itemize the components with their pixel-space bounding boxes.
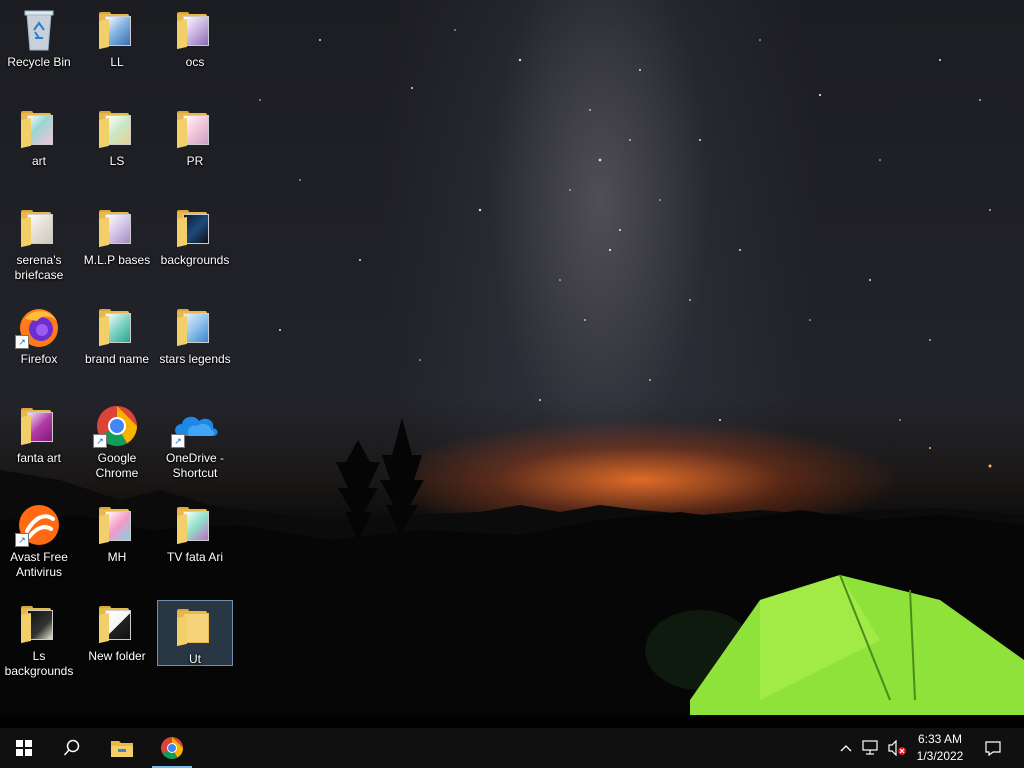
shortcut-arrow-icon: ↗ [15,335,29,349]
search-icon [63,739,80,756]
desktop-folder-ut[interactable]: Ut [157,600,233,666]
desktop-folder-mh[interactable]: MH [79,499,155,565]
icon-label: Firefox [20,352,58,366]
action-center-button[interactable] [978,728,1008,768]
folder-icon [15,206,63,250]
desktop-folder-ls-backgrounds[interactable]: Ls backgrounds [1,598,77,678]
desktop-shortcut-firefox[interactable]: ↗ Firefox [1,301,77,367]
folder-icon [93,602,141,646]
desktop-folder-tv-fata-ari[interactable]: TV fata Ari [157,499,233,565]
icon-label: New folder [88,649,146,663]
firefox-icon: ↗ [15,305,63,349]
icon-label: OneDrive - Shortcut [165,451,224,480]
folder-icon [93,8,141,52]
desktop-folder-stars-legends[interactable]: stars legends [157,301,233,367]
folder-icon [93,503,141,547]
desktop-folder-fanta-art[interactable]: fanta art [1,400,77,466]
icon-label: TV fata Ari [166,550,224,564]
folder-icon [171,8,219,52]
folder-icon [171,305,219,349]
chrome-icon [161,737,183,759]
icon-label: Avast Free Antivirus [10,550,68,579]
desktop-folder-pr[interactable]: PR [157,103,233,169]
network-button[interactable] [858,728,884,768]
folder-icon [171,605,219,649]
search-button[interactable] [48,728,96,768]
icon-label: Google Chrome [95,451,139,480]
desktop-folder-serenas-briefcase[interactable]: serena's briefcase [1,202,77,282]
shortcut-arrow-icon: ↗ [93,434,107,448]
folder-icon [15,107,63,151]
icon-label: ocs [185,55,205,69]
icon-label: M.L.P bases [83,253,151,267]
icon-label: Recycle Bin [7,55,71,69]
folder-icon [171,206,219,250]
desktop-folder-backgrounds[interactable]: backgrounds [157,202,233,268]
desktop-folder-new-folder[interactable]: New folder [79,598,155,664]
icon-label: PR [186,154,204,168]
desktop-shortcut-google-chrome[interactable]: ↗ Google Chrome [79,400,155,480]
desktop-icon-recycle-bin[interactable]: Recycle Bin [1,4,77,70]
recycle-bin-icon [15,8,63,52]
icon-label: Ls backgrounds [4,649,74,678]
folder-icon [93,107,141,151]
shortcut-arrow-icon: ↗ [15,533,29,547]
folder-icon [171,503,219,547]
file-explorer-button[interactable] [98,728,146,768]
desktop-folder-ll[interactable]: LL [79,4,155,70]
folder-icon [93,206,141,250]
chrome-icon: ↗ [93,404,141,448]
icon-label: fanta art [16,451,62,465]
shortcut-arrow-icon: ↗ [171,434,185,448]
taskbar: 6:33 AM 1/3/2022 [0,728,1024,768]
icon-label: MH [107,550,127,564]
tray-overflow-button[interactable] [834,728,858,768]
clock[interactable]: 6:33 AM 1/3/2022 [905,728,975,768]
folder-icon [15,602,63,646]
volume-muted-icon [888,740,906,756]
icon-label: brand name [84,352,150,366]
chrome-taskbar-button[interactable] [148,728,196,768]
icon-label: LL [110,55,124,69]
avast-icon: ↗ [15,503,63,547]
desktop-folder-ocs[interactable]: ocs [157,4,233,70]
icon-label: art [31,154,46,168]
icon-label: Ut [189,652,201,666]
start-button[interactable] [0,728,48,768]
desktop-folder-ls[interactable]: LS [79,103,155,169]
clock-time: 6:33 AM [917,732,963,746]
icon-label: LS [109,154,125,168]
desktop-folder-mlp-bases[interactable]: M.L.P bases [79,202,155,268]
clock-date: 1/3/2022 [916,749,964,763]
desktop-wallpaper: Recycle Bin art serena's briefcase ↗ Fir… [0,0,1024,728]
icon-label: serena's briefcase [14,253,64,282]
windows-logo-icon [16,740,32,756]
icon-label: stars legends [159,352,231,366]
folder-icon [15,404,63,448]
file-explorer-icon [111,741,133,757]
desktop-folder-art[interactable]: art [1,103,77,169]
folder-icon [171,107,219,151]
desktop-shortcut-avast[interactable]: ↗ Avast Free Antivirus [1,499,77,579]
chevron-up-icon [840,745,852,752]
network-icon [862,740,878,755]
onedrive-cloud-icon: ↗ [171,404,219,448]
desktop-folder-brand-name[interactable]: brand name [79,301,155,367]
desktop-shortcut-onedrive[interactable]: ↗ OneDrive - Shortcut [157,400,233,480]
action-center-icon [985,741,1001,756]
folder-icon [93,305,141,349]
icon-label: backgrounds [160,253,230,267]
